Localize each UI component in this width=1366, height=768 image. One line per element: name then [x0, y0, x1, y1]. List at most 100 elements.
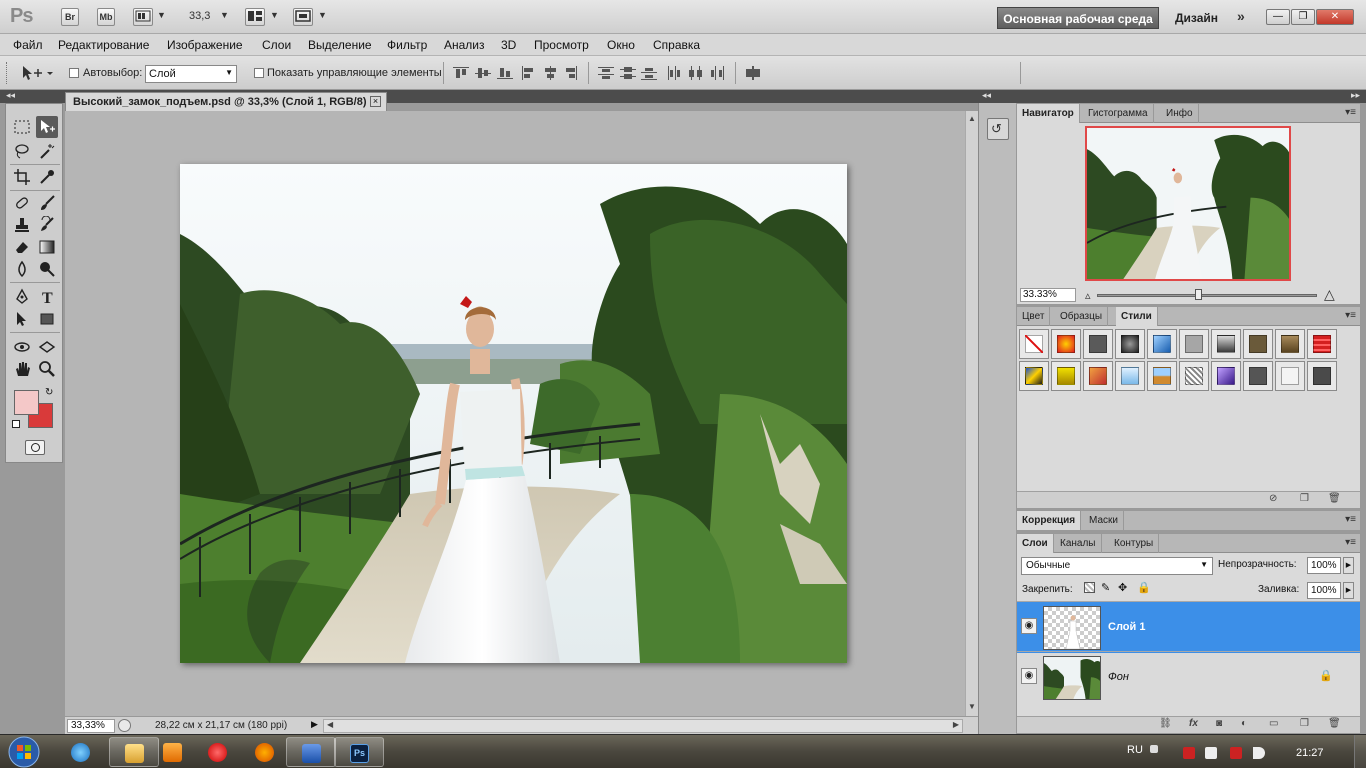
style-swatch[interactable]	[1179, 361, 1209, 391]
align-horizontal-center-icon[interactable]	[543, 66, 559, 80]
style-swatch[interactable]	[1243, 329, 1273, 359]
expand-dock-icon[interactable]: ◂◂	[982, 90, 991, 101]
auto-align-layers-icon[interactable]	[745, 66, 761, 80]
pen-icon[interactable]	[11, 286, 33, 308]
taskbar-photoshop[interactable]: Ps	[334, 737, 384, 767]
swap-colors-icon[interactable]: ↻	[45, 387, 53, 398]
style-swatch[interactable]	[1275, 361, 1305, 391]
chevron-down-icon[interactable]: ▼	[270, 10, 279, 20]
panel-menu-icon[interactable]: ▾≡	[1345, 107, 1356, 118]
navigator-zoom-slider[interactable]	[1097, 294, 1317, 297]
style-swatch[interactable]	[1307, 329, 1337, 359]
style-swatch[interactable]	[1083, 329, 1113, 359]
style-swatch[interactable]	[1147, 329, 1177, 359]
style-swatch[interactable]	[1019, 361, 1049, 391]
style-swatch[interactable]	[1051, 329, 1081, 359]
minimize-button[interactable]: —	[1266, 9, 1290, 25]
arrange-documents-icon[interactable]	[245, 8, 265, 26]
lock-pixels-icon[interactable]: ✎	[1101, 581, 1110, 594]
canvas-area[interactable]	[65, 111, 965, 716]
menu-help[interactable]: Справка	[653, 38, 700, 52]
default-colors-icon[interactable]	[12, 420, 20, 428]
link-layers-icon[interactable]: ⛓	[1159, 718, 1172, 729]
adjustment-layer-icon[interactable]: ◐	[1241, 718, 1247, 729]
clone-stamp-icon[interactable]	[11, 214, 33, 236]
add-mask-icon[interactable]: ◙	[1216, 718, 1222, 729]
taskbar-media-player[interactable]	[148, 737, 198, 767]
crop-icon[interactable]	[11, 166, 33, 188]
scroll-down-icon[interactable]: ▼	[968, 702, 976, 711]
tab-navigator[interactable]: Навигатор	[1017, 104, 1080, 123]
path-selection-icon[interactable]	[11, 308, 33, 330]
3d-rotate-icon[interactable]	[11, 336, 33, 358]
document-tab[interactable]: Высокий_замок_подъем.psd @ 33,3% (Слой 1…	[65, 92, 387, 111]
close-document-icon[interactable]: ×	[370, 96, 381, 107]
move-tool-icon[interactable]	[36, 116, 58, 138]
rectangle-shape-icon[interactable]	[36, 308, 58, 330]
bridge-button[interactable]: Br	[61, 8, 79, 26]
style-none[interactable]	[1019, 329, 1049, 359]
distribute-bottom-icon[interactable]	[641, 66, 657, 80]
autoselect-checkbox[interactable]	[69, 68, 79, 78]
style-swatch[interactable]	[1051, 361, 1081, 391]
style-swatch[interactable]	[1083, 361, 1113, 391]
navigator-zoom-field[interactable]: 33.33%	[1020, 288, 1076, 302]
tab-info[interactable]: Инфо	[1161, 104, 1199, 123]
lock-transparency-icon[interactable]	[1084, 582, 1095, 593]
zoom-in-icon[interactable]: △	[1324, 286, 1335, 303]
language-indicator[interactable]: RU	[1127, 744, 1143, 756]
menu-window[interactable]: Окно	[607, 38, 635, 52]
workspace-design-button[interactable]: Дизайн	[1175, 11, 1218, 25]
network-icon[interactable]	[1205, 747, 1217, 759]
brush-icon[interactable]	[36, 192, 58, 214]
fill-field[interactable]: 100%	[1307, 582, 1341, 599]
flag-icon[interactable]	[1183, 747, 1195, 759]
layer-row-layer1[interactable]: ◉ Слой 1	[1017, 601, 1360, 653]
clear-style-icon[interactable]: ⊘	[1269, 493, 1277, 504]
tab-swatches[interactable]: Образцы	[1055, 307, 1109, 326]
align-top-icon[interactable]	[453, 66, 469, 80]
view-icon[interactable]	[118, 719, 131, 732]
tab-layers[interactable]: Слои	[1017, 534, 1054, 553]
clock[interactable]: 21:27	[1296, 747, 1324, 759]
tab-styles[interactable]: Стили	[1116, 307, 1158, 326]
distribute-vertical-center-icon[interactable]	[620, 66, 636, 80]
restore-button[interactable]: ❐	[1291, 9, 1315, 25]
panel-menu-icon[interactable]: ▾≡	[1345, 514, 1356, 525]
battery-icon[interactable]	[1230, 747, 1242, 759]
magic-wand-icon[interactable]	[36, 140, 58, 162]
taskbar-ie[interactable]	[56, 737, 106, 767]
fx-icon[interactable]: fx	[1189, 718, 1198, 729]
zoom-level-dropdown[interactable]: 33,3	[189, 10, 210, 22]
status-menu-arrow[interactable]: ▶	[309, 719, 320, 733]
fill-slider-button[interactable]: ▶	[1343, 582, 1354, 599]
document-canvas[interactable]	[180, 164, 847, 663]
delete-style-icon[interactable]: 🗑	[1328, 493, 1341, 504]
history-panel-icon[interactable]: ↺	[987, 118, 1009, 140]
menu-edit[interactable]: Редактирование	[58, 38, 149, 52]
tab-histogram[interactable]: Гистограмма	[1083, 104, 1154, 123]
eyedropper-icon[interactable]	[36, 166, 58, 188]
gradient-icon[interactable]	[36, 236, 58, 258]
workspace-essentials-button[interactable]: Основная рабочая среда	[997, 7, 1159, 29]
scroll-left-icon[interactable]: ◀	[327, 720, 333, 729]
zoom-out-icon[interactable]: ▵	[1085, 289, 1091, 302]
style-swatch[interactable]	[1115, 361, 1145, 391]
tab-paths[interactable]: Контуры	[1109, 534, 1160, 553]
delete-layer-icon[interactable]: 🗑	[1328, 718, 1341, 729]
style-swatch[interactable]	[1115, 329, 1145, 359]
3d-camera-icon[interactable]	[36, 336, 58, 358]
menu-file[interactable]: Файл	[13, 38, 43, 52]
hand-icon[interactable]	[11, 358, 33, 380]
menu-view[interactable]: Просмотр	[534, 38, 589, 52]
panel-menu-icon[interactable]: ▾≡	[1345, 310, 1356, 321]
tab-adjustments[interactable]: Коррекция	[1017, 511, 1082, 530]
screen-mode-icon[interactable]	[293, 8, 313, 26]
options-grip[interactable]	[6, 62, 8, 84]
collapse-panels-icon[interactable]: ▸▸	[1351, 90, 1360, 101]
rectangular-marquee-icon[interactable]	[11, 116, 33, 138]
zoom-tool-icon[interactable]	[36, 358, 58, 380]
new-style-icon[interactable]: ❐	[1300, 493, 1309, 504]
style-swatch[interactable]	[1275, 329, 1305, 359]
style-swatch[interactable]	[1211, 329, 1241, 359]
